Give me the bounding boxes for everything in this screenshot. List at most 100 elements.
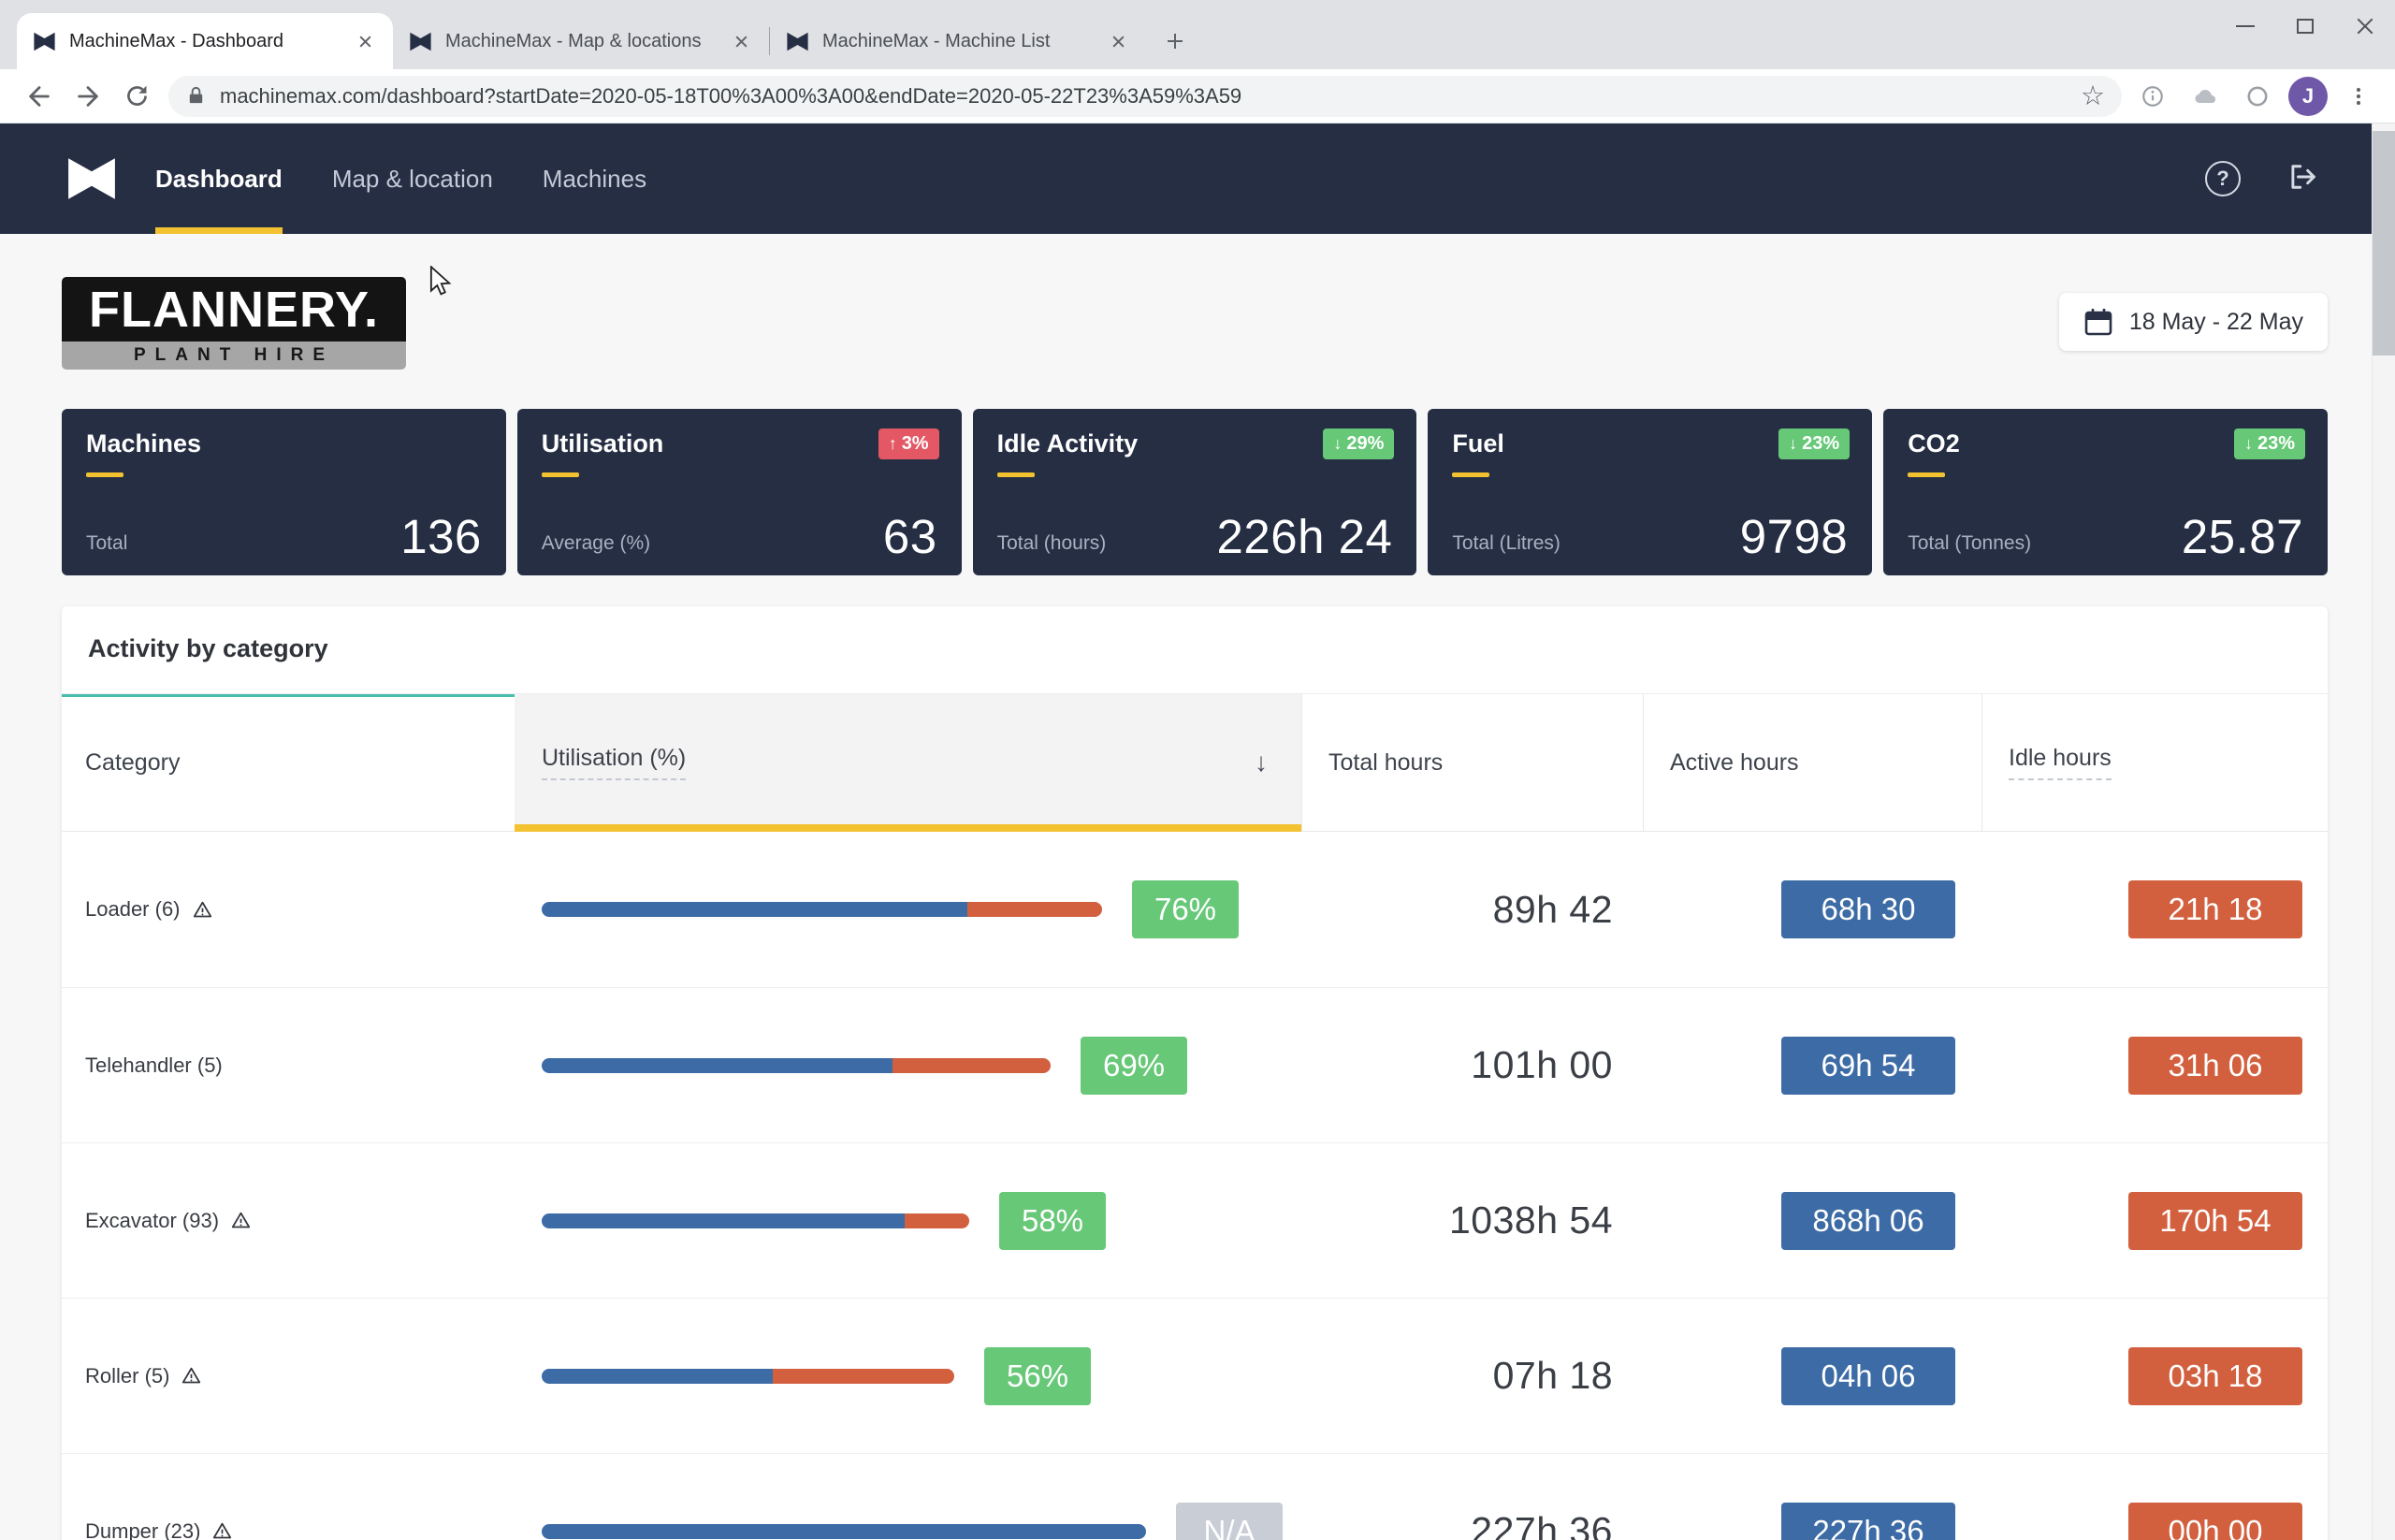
profile-avatar[interactable]: J [2288, 77, 2328, 116]
total-hours-value: 89h 42 [1493, 888, 1613, 932]
category-label: Telehandler (5) [85, 1053, 223, 1078]
utilisation-bar-active [542, 1058, 893, 1073]
avatar-initial: J [2302, 84, 2314, 109]
tab-title: MachineMax - Machine List [822, 31, 1093, 52]
utilisation-badge: 69% [1081, 1037, 1187, 1095]
minimize-button[interactable] [2215, 0, 2275, 52]
utilisation-badge: N/A [1176, 1503, 1283, 1540]
column-label: Idle hours [2009, 745, 2112, 780]
active-hours-badge: 227h 36 [1781, 1503, 1955, 1540]
toolbar-right: J [2131, 75, 2380, 118]
trend-value: 23% [2257, 433, 2295, 455]
nav-item-machines[interactable]: Machines [543, 123, 646, 234]
active-hours-value: 69h 54 [1822, 1048, 1916, 1083]
forward-icon[interactable] [64, 75, 112, 118]
table-row-excavator[interactable]: Excavator (93) 58% 1038h 54 868h 06 170h… [62, 1142, 2328, 1298]
browser-tab-machine-list[interactable]: MachineMax - Machine List [770, 13, 1146, 69]
tab-close-icon[interactable] [728, 28, 754, 54]
idle-hours-badge: 21h 18 [2128, 880, 2302, 938]
utilisation-bar [542, 1058, 1051, 1073]
idle-hours-badge: 00h 00 [2128, 1503, 2302, 1540]
bookmark-star-icon[interactable]: ☆ [2081, 80, 2105, 112]
kpi-trend-badge: ↓ 23% [2234, 429, 2305, 459]
kpi-accent-underline [86, 472, 123, 477]
nav-item-map-location[interactable]: Map & location [332, 123, 493, 234]
utilisation-value: N/A [1203, 1514, 1255, 1540]
new-tab-button[interactable] [1154, 20, 1197, 63]
column-header-utilisation[interactable]: Utilisation (%) ↓ [515, 694, 1301, 831]
address-bar[interactable]: machinemax.com/dashboard?startDate=2020-… [168, 76, 2122, 117]
utilisation-value: 69% [1103, 1048, 1165, 1083]
column-header-total-hours[interactable]: Total hours [1301, 694, 1643, 831]
lock-icon [185, 85, 207, 107]
help-icon[interactable]: ? [2205, 161, 2241, 196]
active-hours-badge: 69h 54 [1781, 1037, 1955, 1095]
utilisation-value: 76% [1154, 892, 1216, 927]
close-window-button[interactable] [2335, 0, 2395, 52]
tab-title: MachineMax - Dashboard [69, 31, 340, 52]
nav-item-dashboard[interactable]: Dashboard [155, 123, 283, 234]
utilisation-bar-active [542, 1213, 905, 1228]
table-row-roller[interactable]: Roller (5) 56% 07h 18 04h 06 03h 18 [62, 1298, 2328, 1453]
tab-close-icon[interactable] [1105, 28, 1131, 54]
extension-info-icon[interactable] [2131, 75, 2174, 118]
back-icon[interactable] [15, 75, 64, 118]
category-label: Dumper (23) [85, 1519, 200, 1540]
total-hours-value: 227h 36 [1471, 1509, 1613, 1540]
category-label: Excavator (93) [85, 1209, 219, 1233]
scrollbar-thumb[interactable] [2373, 131, 2395, 356]
flannery-logo-subtext: PLANT HIRE [134, 345, 334, 366]
kpi-cards: Machines Total 136 Utilisation ↑ 3% Aver… [62, 409, 2328, 575]
machinemax-logo-icon[interactable] [65, 155, 118, 202]
trend-value: 23% [1802, 433, 1839, 455]
kpi-trend-badge: ↓ 23% [1778, 429, 1850, 459]
utilisation-bar [542, 1524, 1146, 1539]
warning-icon [231, 1211, 251, 1230]
extension-cloud-icon[interactable] [2184, 75, 2227, 118]
utilisation-bar [542, 902, 1102, 917]
dashboard-page: Dashboard Map & location Machines ? FLAN… [0, 123, 2372, 1540]
table-row-loader[interactable]: Loader (6) 76% 89h 42 68h 30 21h 18 [62, 832, 2328, 987]
extension-circle-icon[interactable] [2236, 75, 2279, 118]
maximize-button[interactable] [2275, 0, 2335, 52]
date-range-picker[interactable]: 18 May - 22 May [2059, 293, 2328, 351]
column-header-category[interactable]: Category [62, 694, 515, 831]
browser-menu-icon[interactable] [2337, 75, 2380, 118]
utilisation-value: 58% [1022, 1203, 1083, 1239]
sorted-column-accent [515, 824, 1301, 832]
idle-hours-value: 21h 18 [2169, 892, 2263, 927]
table-row-dumper[interactable]: Dumper (23) N/A 227h 36 227h 36 00h 00 [62, 1453, 2328, 1540]
browser-tab-map[interactable]: MachineMax - Map & locations [393, 13, 769, 69]
browser-tab-dashboard[interactable]: MachineMax - Dashboard [17, 13, 393, 69]
refresh-icon[interactable] [112, 75, 161, 118]
tab-close-icon[interactable] [352, 28, 378, 54]
utilisation-badge: 56% [984, 1347, 1091, 1405]
category-label: Roller (5) [85, 1364, 169, 1388]
kpi-card-co2: CO2 ↓ 23% Total (Tonnes) 25.87 [1883, 409, 2328, 575]
page-scrollbar[interactable] [2372, 123, 2395, 1540]
kpi-value: 25.87 [2182, 513, 2303, 560]
active-hours-badge: 68h 30 [1781, 880, 1955, 938]
idle-hours-value: 00h 00 [2169, 1514, 2263, 1540]
total-hours-value: 07h 18 [1493, 1354, 1613, 1398]
machinemax-favicon-icon [785, 29, 810, 54]
utilisation-badge: 76% [1132, 880, 1239, 938]
utilisation-bar [542, 1213, 969, 1228]
logout-icon[interactable] [2286, 160, 2319, 198]
table-header: Category Utilisation (%) ↓ Total hours A… [62, 693, 2328, 832]
window-controls [2215, 0, 2395, 52]
table-row-telehandler[interactable]: Telehandler (5) 69% 101h 00 69h 54 31h 0… [62, 987, 2328, 1142]
browser-toolbar: machinemax.com/dashboard?startDate=2020-… [0, 69, 2395, 123]
column-header-active-hours[interactable]: Active hours [1643, 694, 1981, 831]
kpi-trend-badge: ↓ 29% [1323, 429, 1394, 459]
column-header-idle-hours[interactable]: Idle hours [1981, 694, 2328, 831]
trend-value: 29% [1346, 433, 1384, 455]
url-text[interactable]: machinemax.com/dashboard?startDate=2020-… [220, 84, 2068, 109]
kpi-title: Machines [86, 429, 482, 458]
browser-tab-strip: MachineMax - Dashboard MachineMax - Map … [0, 0, 2395, 69]
column-label: Active hours [1670, 749, 1799, 777]
kpi-label: Total (Tonnes) [1908, 532, 2031, 560]
active-hours-value: 227h 36 [1812, 1514, 1923, 1540]
sort-descending-icon[interactable]: ↓ [1255, 748, 1268, 777]
trend-up-icon: ↑ [889, 434, 897, 454]
